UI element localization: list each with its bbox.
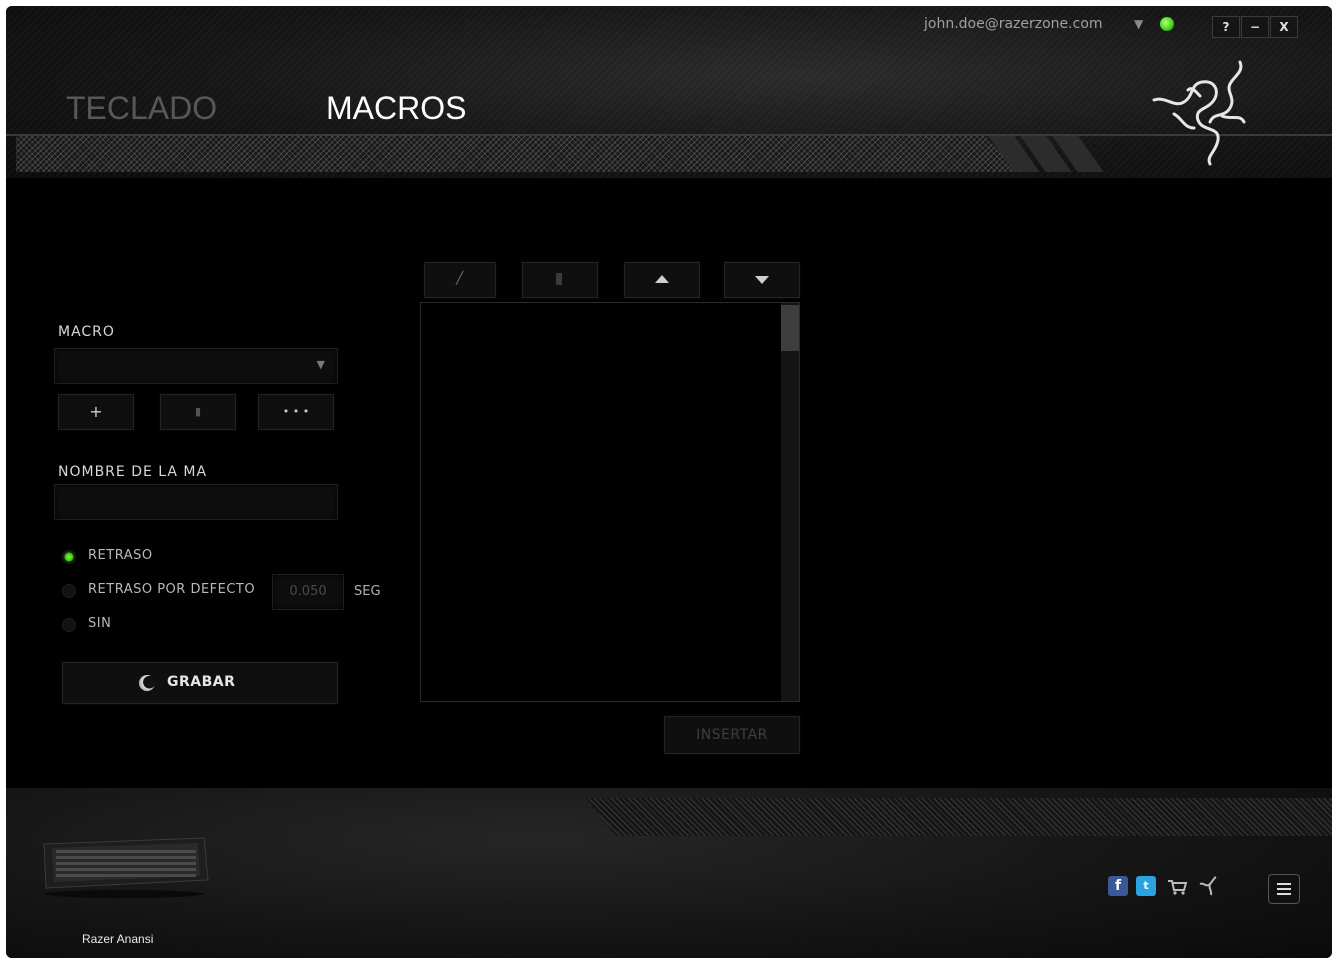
delay-radio-default[interactable] [62, 584, 76, 598]
macro-section-label: MACRO [58, 324, 115, 340]
tab-macros[interactable]: MACROS [326, 90, 466, 127]
macro-steps-list[interactable] [420, 302, 800, 702]
razer-icon[interactable] [1196, 874, 1220, 898]
keyboard-device-image[interactable] [38, 828, 210, 898]
macro-name-field[interactable] [54, 484, 338, 520]
arrow-down-icon [755, 276, 769, 284]
record-button-label: GRABAR [167, 674, 236, 690]
default-delay-input[interactable]: 0.050 [272, 574, 344, 610]
footer-mesh-strip [586, 798, 1332, 836]
record-button[interactable]: GRABAR [62, 662, 338, 704]
menu-button[interactable] [1268, 874, 1300, 904]
menu-icon-line [1277, 888, 1291, 890]
header-mesh-strip [16, 136, 1016, 172]
online-status-icon [1160, 17, 1174, 31]
razer-logo-icon [1152, 60, 1246, 166]
delay-option-default-label: RETRASO POR DEFECTO [88, 582, 256, 597]
header-slashes [988, 136, 1121, 172]
move-up-button[interactable] [624, 262, 700, 298]
header: TECLADO MACROS john.doe@razerzone.com ▼ … [6, 6, 1332, 178]
trash-icon [556, 273, 562, 285]
delete-step-button[interactable] [522, 262, 598, 298]
arrow-up-icon [655, 275, 669, 283]
menu-icon-line [1277, 883, 1291, 885]
record-icon [139, 675, 155, 691]
account-email[interactable]: john.doe@razerzone.com [924, 16, 1103, 32]
delay-option-record-label: RETRASO [88, 548, 153, 563]
edit-button[interactable]: ╱ [424, 262, 496, 298]
add-macro-button[interactable]: + [58, 394, 134, 430]
delay-radio-none[interactable] [62, 618, 76, 632]
cart-icon[interactable] [1166, 878, 1188, 896]
twitter-icon[interactable]: t [1136, 876, 1156, 896]
insert-button[interactable]: INSERTAR [664, 716, 800, 754]
edit-icon: ╱ [456, 271, 464, 285]
scrollbar-thumb[interactable] [781, 305, 799, 351]
tab-keyboard[interactable]: TECLADO [66, 90, 217, 127]
close-button[interactable]: X [1270, 16, 1298, 38]
delay-unit-label: SEG [354, 584, 381, 599]
header-divider [6, 134, 1332, 136]
account-dropdown-icon[interactable]: ▼ [1134, 17, 1143, 31]
scrollbar-track[interactable] [781, 303, 799, 701]
minimize-button[interactable]: − [1241, 16, 1269, 38]
help-button[interactable]: ? [1212, 16, 1240, 38]
chevron-down-icon: ▼ [316, 358, 325, 371]
macro-name-label: NOMBRE DE LA MA [58, 464, 208, 480]
razer-synapse-window: TECLADO MACROS john.doe@razerzone.com ▼ … [6, 6, 1332, 958]
move-down-button[interactable] [724, 262, 800, 298]
device-name: Razer Anansi [82, 932, 154, 946]
macro-dropdown[interactable]: ▼ [54, 348, 338, 384]
macro-panel: MACRO ▼ + ▮ • • • NOMBRE DE LA MA RETRAS… [6, 178, 1332, 788]
delay-option-none-label: SIN [88, 616, 112, 631]
more-options-button[interactable]: • • • [258, 394, 334, 430]
facebook-icon[interactable]: f [1108, 876, 1128, 896]
footer: Razer Anansi f t [6, 788, 1332, 958]
delete-macro-button[interactable]: ▮ [160, 394, 236, 430]
delay-radio-record[interactable] [62, 550, 76, 564]
menu-icon-line [1277, 893, 1291, 895]
